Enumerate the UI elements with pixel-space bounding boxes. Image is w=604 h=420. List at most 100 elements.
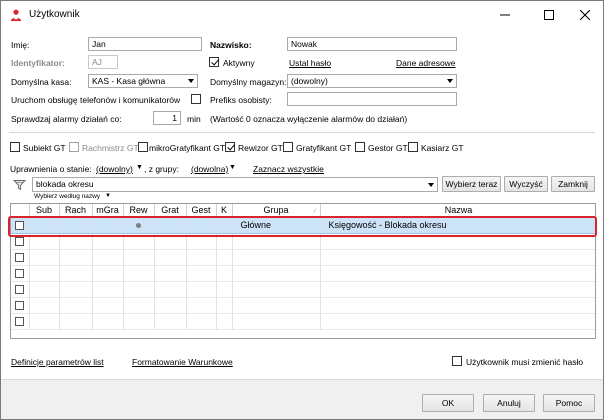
cell-rach[interactable] [59,233,93,250]
row-checkbox[interactable] [15,269,25,279]
sprawdzaj-input[interactable]: 1 [153,111,181,125]
cell-grupa[interactable] [232,233,321,250]
cell-nazwa[interactable] [320,233,595,250]
maximize-button[interactable] [529,1,569,29]
imie-input[interactable]: Jan [88,37,202,51]
zmienic-haslo-checkbox[interactable] [452,356,462,366]
cell-grat[interactable] [154,249,187,266]
cell-sub[interactable] [29,249,60,266]
z-grupy-dropdown[interactable]: (dowolna) [191,164,228,174]
cell-grat[interactable] [154,313,187,330]
cell-mgra[interactable] [92,217,124,234]
cell-sub[interactable] [29,281,60,298]
permission-search-input[interactable]: blokada okresu [32,177,438,192]
minimize-button[interactable] [485,1,525,29]
table-row[interactable] [11,233,595,250]
cell-grupa[interactable] [232,281,321,298]
cell-grat[interactable] [154,233,187,250]
row-checkbox[interactable] [15,317,25,327]
aktywny-checkbox[interactable] [209,57,219,67]
row-select-cell[interactable] [11,233,30,250]
column-header-mgra[interactable]: mGra [92,204,124,218]
cell-mgra[interactable] [92,249,124,266]
row-checkbox[interactable] [15,301,25,311]
column-header-rew[interactable]: Rew [123,204,155,218]
row-select-cell[interactable] [11,297,30,314]
cell-gest[interactable] [186,249,217,266]
module-rewizor-checkbox[interactable] [225,142,235,152]
table-row[interactable] [11,297,595,314]
cell-grat[interactable] [154,297,187,314]
column-header-sub[interactable]: Sub [29,204,60,218]
cell-nazwa[interactable] [320,249,595,266]
wyczysc-button[interactable]: Wyczyść [504,176,548,192]
cell-nazwa[interactable] [320,281,595,298]
table-row[interactable] [11,249,595,266]
cell-k[interactable] [216,281,233,298]
wybierz-wedlug-dropdown[interactable]: Wybierz według nazwy [34,193,100,200]
close-button[interactable] [565,1,603,29]
chevron-down-icon[interactable]: ▼ [136,164,143,171]
cell-grat[interactable] [154,265,187,282]
cell-k[interactable] [216,297,233,314]
cell-mgra[interactable] [92,297,124,314]
cell-nazwa[interactable] [320,265,595,282]
cell-rach[interactable] [59,249,93,266]
cell-rew[interactable] [123,249,155,266]
definicje-parametrow-link[interactable]: Definicje parametrów list [11,357,104,367]
cell-rach[interactable] [59,313,93,330]
dane-adresowe-link[interactable]: Dane adresowe [396,58,456,68]
ok-button[interactable]: OK [422,394,474,412]
module-subiekt-checkbox[interactable] [10,142,20,152]
cell-rew[interactable] [123,233,155,250]
cell-gest[interactable] [186,233,217,250]
column-header-select[interactable] [11,204,30,218]
cell-rew[interactable] [123,265,155,282]
permissions-grid[interactable]: Sub Rach mGra Rew Grat Gest K Grupa ⁄ Naz… [10,203,596,339]
cell-grupa[interactable]: Główne [232,217,321,234]
cell-sub[interactable] [29,217,60,234]
cell-gest[interactable] [186,265,217,282]
cell-grupa[interactable] [232,313,321,330]
column-header-nazwa[interactable]: Nazwa [320,204,595,218]
cell-mgra[interactable] [92,281,124,298]
domyslna-kasa-select[interactable]: KAS - Kasa główna [88,74,198,88]
cell-gest[interactable] [186,297,217,314]
table-row[interactable] [11,313,595,330]
cell-grat[interactable] [154,217,187,234]
chevron-down-icon[interactable]: ▼ [229,164,236,171]
row-select-cell[interactable] [11,313,30,330]
cell-grupa[interactable] [232,265,321,282]
row-checkbox[interactable] [15,253,25,263]
cell-k[interactable] [216,217,233,234]
cell-mgra[interactable] [92,313,124,330]
cell-nazwa[interactable] [320,297,595,314]
cell-rach[interactable] [59,265,93,282]
cell-k[interactable] [216,233,233,250]
column-header-grupa[interactable]: Grupa ⁄ [232,204,321,218]
table-row[interactable] [11,281,595,298]
zaznacz-wszystkie-link[interactable]: Zaznacz wszystkie [253,164,324,174]
cell-grat[interactable] [154,281,187,298]
module-kasiarz-checkbox[interactable] [408,142,418,152]
column-header-k[interactable]: K [216,204,233,218]
formatowanie-warunkowe-link[interactable]: Formatowanie Warunkowe [132,357,233,367]
row-select-cell[interactable] [11,281,30,298]
cell-rach[interactable] [59,297,93,314]
column-header-grat[interactable]: Grat [154,204,187,218]
cell-sub[interactable] [29,297,60,314]
zamknij-button[interactable]: Zamknij [551,176,595,192]
row-select-cell[interactable] [11,217,30,234]
cell-rew[interactable] [123,217,155,234]
module-gratyfikant-checkbox[interactable] [283,142,293,152]
cell-gest[interactable] [186,313,217,330]
prefiks-input[interactable] [287,92,457,106]
cell-rach[interactable] [59,281,93,298]
module-mikrogratyfikant-checkbox[interactable] [138,142,148,152]
cell-mgra[interactable] [92,233,124,250]
cell-grupa[interactable] [232,249,321,266]
cell-gest[interactable] [186,217,217,234]
row-select-cell[interactable] [11,249,30,266]
cell-k[interactable] [216,265,233,282]
cell-rew[interactable] [123,297,155,314]
